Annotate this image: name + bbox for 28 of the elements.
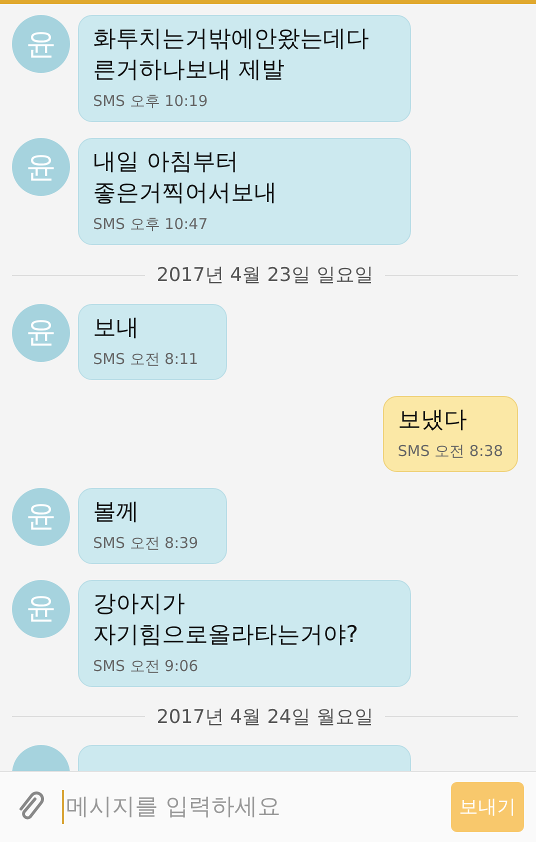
date-separator: 2017년 4월 23일 일요일	[156, 263, 374, 288]
avatar: 윤	[12, 15, 70, 73]
message-text: 른거하나보내 제발	[93, 56, 286, 85]
message-text: 화투치는거밖에안왔는데다	[93, 25, 370, 54]
avatar: 윤	[12, 304, 70, 362]
message-text: 자기힘으로올라타는거야?	[93, 620, 360, 650]
avatar: 윤	[12, 580, 70, 638]
avatar: 윤	[12, 138, 70, 196]
message-bubble[interactable]: 볼께 SMS 오전 8:39	[78, 488, 228, 564]
message-text: 보냈다	[398, 406, 468, 434]
message-text: 보내	[93, 314, 140, 342]
message-meta: SMS 오전 8:38	[398, 440, 503, 462]
date-separator: 2017년 4월 24일 월요일	[156, 704, 374, 730]
message-meta: SMS 오후 10:19	[93, 91, 208, 112]
message-bubble[interactable]: 내일 아침부터 좋은거찍어서보내 SMS 오후 10:47	[78, 138, 411, 245]
message-meta: SMS 오전 8:39	[93, 532, 198, 554]
message-text: 좋은거찍어서보내	[93, 179, 278, 208]
message-meta: SMS 오후 10:47	[93, 214, 208, 235]
message-text: 내일 아침부터	[93, 148, 240, 177]
message-bubble[interactable]: 강아지가 자기힘으로올라타는거야? SMS 오전 9:06	[78, 580, 411, 686]
message-meta: SMS 오전 8:11	[93, 348, 198, 370]
avatar: 윤	[12, 488, 70, 546]
message-meta: SMS 오전 9:06	[93, 656, 198, 676]
message-text: 강아지가	[93, 590, 186, 618]
message-bubble[interactable]: 보내 SMS 오전 8:11	[78, 304, 228, 380]
message-text: 볼께	[93, 498, 140, 526]
message-bubble[interactable]: 보냈다 SMS 오전 8:38	[382, 396, 518, 472]
message-bubble[interactable]: 화투치는거밖에안왔는데다 른거하나보내 제발 SMS 오후 10:19	[78, 15, 411, 122]
